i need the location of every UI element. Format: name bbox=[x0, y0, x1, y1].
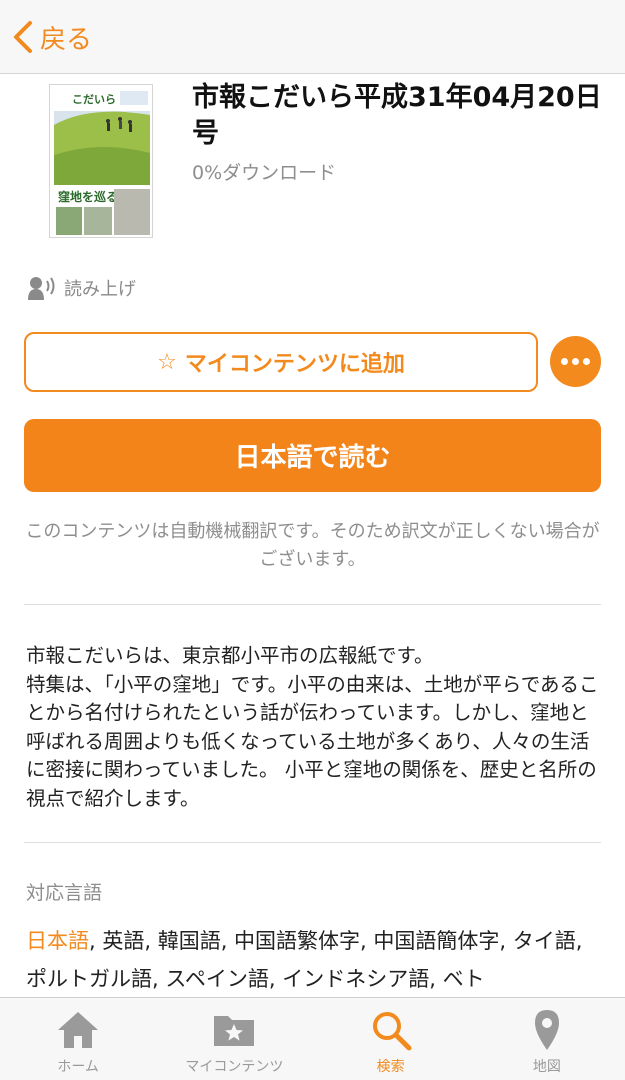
tab-home[interactable]: ホーム bbox=[0, 998, 156, 1080]
tab-my-contents[interactable]: マイコンテンツ bbox=[156, 998, 312, 1080]
star-folder-icon bbox=[214, 1016, 255, 1046]
current-language: 日本語 bbox=[26, 929, 89, 953]
divider bbox=[24, 604, 601, 605]
chevron-left-icon bbox=[14, 21, 32, 53]
add-to-my-contents-button[interactable]: ☆ マイコンテンツに追加 bbox=[24, 332, 538, 392]
translation-disclaimer: このコンテンツは自動機械翻訳です。そのため訳文が正しくない場合がございます。 bbox=[25, 521, 600, 570]
supported-languages-list: 日本語, 英語, 韓国語, 中国語繁体字, 中国語簡体字, タイ語, ポルトガル… bbox=[26, 922, 604, 998]
search-icon bbox=[372, 1012, 412, 1051]
tab-search-label: 検索 bbox=[376, 1059, 405, 1075]
back-label: 戻る bbox=[40, 24, 93, 55]
tab-home-label: ホーム bbox=[57, 1059, 99, 1075]
content-description: 市報こだいらは、東京都小平市の広報紙です。 特集は、「小平の窪地」です。小平の由… bbox=[26, 644, 599, 810]
read-aloud-button[interactable]: 読み上げ bbox=[26, 274, 136, 302]
cover-masthead: こだいら bbox=[72, 93, 116, 106]
navigation-bar: 戻る bbox=[0, 0, 625, 74]
map-pin-icon bbox=[534, 1010, 559, 1050]
cover-thumbnail[interactable]: こだいら 窪地を巡る bbox=[49, 84, 153, 238]
more-dot bbox=[572, 358, 579, 365]
tab-map[interactable]: 地図 bbox=[469, 998, 625, 1080]
supported-languages-heading: 対応言語 bbox=[26, 882, 103, 904]
tab-search[interactable]: 検索 bbox=[313, 998, 469, 1080]
star-outline-icon: ☆ bbox=[157, 349, 177, 375]
download-progress: 0%ダウンロード bbox=[192, 162, 337, 184]
more-dot bbox=[583, 358, 590, 365]
more-options-button[interactable] bbox=[550, 336, 601, 387]
speaker-voice-icon bbox=[28, 277, 55, 300]
home-icon bbox=[58, 1012, 99, 1048]
read-aloud-label: 読み上げ bbox=[64, 279, 136, 300]
tab-my-contents-label: マイコンテンツ bbox=[185, 1059, 284, 1075]
add-to-my-contents-label: マイコンテンツに追加 bbox=[184, 352, 405, 377]
back-button[interactable]: 戻る bbox=[10, 14, 92, 60]
cover-headline: 窪地を巡る bbox=[58, 189, 118, 204]
more-dots-icon bbox=[561, 358, 568, 365]
tab-map-label: 地図 bbox=[532, 1059, 561, 1075]
tab-bar: ホーム マイコンテンツ 検索 地図 bbox=[0, 997, 625, 1080]
content-title: 市報こだいら平成31年04月20日号 bbox=[192, 82, 602, 149]
other-languages: , 英語, 韓国語, 中国語繁体字, 中国語簡体字, タイ語, ポルトガル語, … bbox=[26, 929, 583, 991]
read-in-japanese-button[interactable]: 日本語で読む bbox=[24, 419, 601, 492]
divider bbox=[24, 842, 601, 843]
